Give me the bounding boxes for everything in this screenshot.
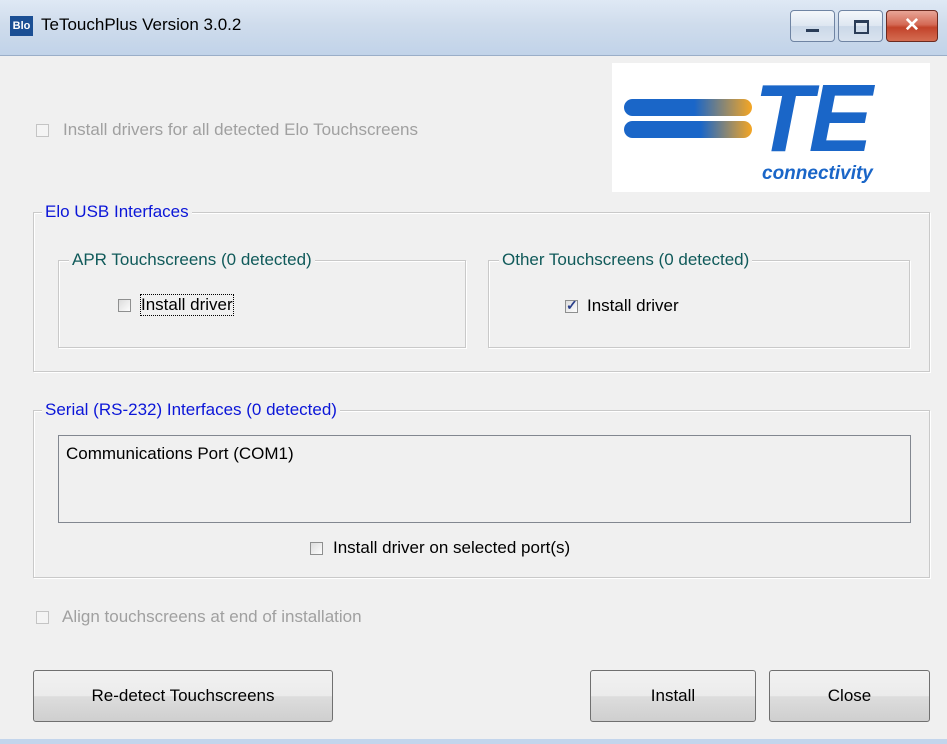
align-touchscreens-checkbox[interactable] bbox=[36, 611, 49, 624]
serial-install-driver-label: Install driver on selected port(s) bbox=[333, 538, 571, 557]
maximize-button[interactable] bbox=[838, 10, 883, 42]
close-icon: ✕ bbox=[904, 15, 920, 36]
title-bar[interactable]: Blo TeTouchPlus Version 3.0.2 ✕ bbox=[0, 0, 947, 56]
install-button[interactable]: Install bbox=[590, 670, 756, 722]
redetect-touchscreens-button[interactable]: Re-detect Touchscreens bbox=[33, 670, 333, 722]
app-icon[interactable]: Blo bbox=[10, 16, 33, 36]
minimize-button[interactable] bbox=[790, 10, 835, 42]
maximize-icon bbox=[854, 20, 869, 34]
logo-stripe-bottom bbox=[624, 121, 752, 138]
install-all-drivers-label: Install drivers for all detected Elo Tou… bbox=[63, 120, 418, 139]
logo-stripe-top bbox=[624, 99, 752, 116]
close-window-button[interactable]: ✕ bbox=[886, 10, 938, 42]
align-touchscreens-label: Align touchscreens at end of installatio… bbox=[62, 607, 362, 626]
checkmark-icon: ✓ bbox=[566, 297, 578, 313]
serial-install-driver-checkbox[interactable] bbox=[310, 542, 323, 555]
other-touchscreens-group bbox=[488, 260, 910, 348]
other-install-driver-label: Install driver bbox=[587, 296, 679, 315]
apr-install-driver-checkbox[interactable] bbox=[118, 299, 131, 312]
serial-interfaces-title: Serial (RS-232) Interfaces (0 detected) bbox=[42, 400, 340, 420]
other-touchscreens-title: Other Touchscreens (0 detected) bbox=[499, 250, 753, 270]
install-all-drivers-checkbox[interactable] bbox=[36, 124, 49, 137]
logo-tagline: connectivity bbox=[762, 163, 873, 184]
te-connectivity-logo: TE connectivity bbox=[612, 63, 930, 192]
other-install-driver-checkbox[interactable]: ✓ bbox=[565, 297, 578, 313]
close-button[interactable]: Close bbox=[769, 670, 930, 722]
window-bottom-border bbox=[0, 739, 947, 744]
minimize-icon bbox=[806, 29, 819, 32]
usb-interfaces-title: Elo USB Interfaces bbox=[42, 202, 192, 222]
logo-wordmark: TE bbox=[754, 65, 873, 172]
list-item[interactable]: Communications Port (COM1) bbox=[66, 444, 294, 464]
apr-install-driver-label[interactable]: Install driver bbox=[140, 294, 234, 316]
serial-ports-list[interactable]: Communications Port (COM1) bbox=[58, 435, 911, 523]
apr-touchscreens-title: APR Touchscreens (0 detected) bbox=[69, 250, 315, 270]
window-title: TeTouchPlus Version 3.0.2 bbox=[41, 15, 242, 34]
